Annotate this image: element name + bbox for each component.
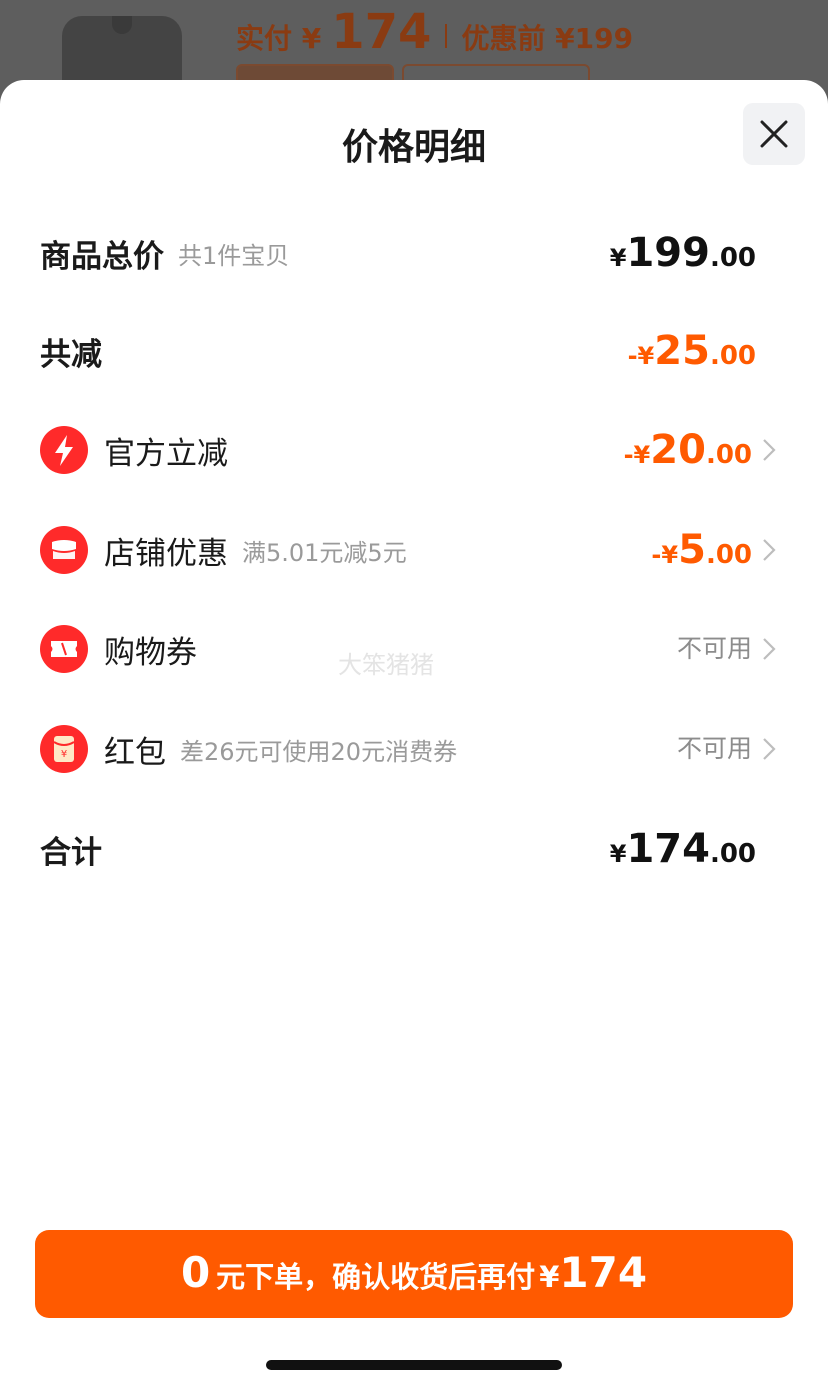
red-packet-icon: ¥ [40, 725, 88, 773]
price-integer: 25 [654, 328, 710, 374]
chevron-right-icon [763, 738, 776, 760]
goods-total-label: 商品总价 [40, 238, 164, 275]
sum-price: ¥ 174 .00 [610, 814, 756, 884]
official-discount-row[interactable]: 官方立减 -¥ 20 .00 [0, 415, 828, 485]
price-decimal: .00 [709, 839, 756, 869]
chevron-right-icon [763, 439, 776, 461]
price-detail-sheet: 价格明细 商品总价 共1件宝贝 ¥ 199 .00 共减 -¥ 25 .00 官… [0, 80, 828, 1386]
total-reduction-price: -¥ 25 .00 [628, 316, 756, 386]
goods-total-price: ¥ 199 .00 [610, 218, 756, 288]
original-price: 优惠前 ¥199 [461, 22, 634, 55]
currency-symbol: ¥ [609, 244, 627, 272]
cta-amount: 174 [559, 1248, 648, 1297]
red-packet-hint: 差26元可使用20元消费券 [180, 737, 458, 766]
home-indicator [266, 1360, 562, 1370]
watermark: 大笨猪猪 [338, 651, 434, 679]
official-discount-label: 官方立减 [104, 435, 228, 472]
red-packet-row[interactable]: ¥ 红包 差26元可使用20元消费券 不可用 [0, 714, 828, 784]
sum-row: 合计 ¥ 174 .00 [0, 814, 828, 884]
place-order-button[interactable]: 0 元下单，确认收货后再付 ¥ 174 [35, 1230, 793, 1318]
price-integer: 199 [626, 230, 710, 276]
shop-discount-price: -¥ 5 .00 [651, 515, 752, 585]
cta-zero: 0 [180, 1248, 211, 1297]
divider [445, 24, 448, 48]
cta-currency: ¥ [539, 1260, 560, 1294]
ticket-icon [40, 625, 88, 673]
price-integer: 20 [650, 427, 706, 473]
paid-amount: 174 [331, 4, 432, 60]
sheet-title: 价格明细 [341, 127, 486, 168]
coupon-label: 购物券 [104, 634, 197, 671]
price-decimal: .00 [705, 440, 752, 470]
price-integer: 5 [678, 527, 706, 573]
official-discount-price: -¥ 20 .00 [624, 415, 752, 485]
price-integer: 174 [626, 826, 710, 872]
currency-symbol: -¥ [623, 441, 651, 469]
close-icon [760, 120, 788, 148]
cta-text: 元下单，确认收货后再付 [216, 1260, 536, 1294]
currency-symbol: -¥ [627, 342, 655, 370]
close-button[interactable] [743, 103, 805, 165]
coupon-status: 不可用 [676, 634, 752, 663]
paid-label: 实付 ¥ [236, 22, 322, 55]
sum-label: 合计 [40, 834, 102, 871]
red-packet-status: 不可用 [676, 734, 752, 763]
shop-discount-rule: 满5.01元减5元 [242, 538, 407, 567]
goods-count: 共1件宝贝 [178, 241, 290, 270]
total-reduction-label: 共减 [40, 336, 102, 373]
red-packet-label: 红包 [104, 734, 166, 771]
chevron-right-icon [763, 638, 776, 660]
lightning-icon [40, 426, 88, 474]
shop-discount-label: 店铺优惠 [104, 535, 228, 572]
svg-text:¥: ¥ [61, 749, 67, 760]
chevron-right-icon [763, 539, 776, 561]
price-decimal: .00 [705, 540, 752, 570]
shop-icon [40, 526, 88, 574]
total-reduction-row: 共减 -¥ 25 .00 [0, 316, 828, 386]
shop-discount-row[interactable]: 店铺优惠 满5.01元减5元 -¥ 5 .00 [0, 515, 828, 585]
currency-symbol: -¥ [651, 541, 679, 569]
goods-total-row: 商品总价 共1件宝贝 ¥ 199 .00 [0, 218, 828, 288]
background-price-summary: 实付 ¥ 174 优惠前 ¥199 [236, 4, 633, 60]
price-decimal: .00 [709, 243, 756, 273]
price-decimal: .00 [709, 341, 756, 371]
currency-symbol: ¥ [609, 840, 627, 868]
